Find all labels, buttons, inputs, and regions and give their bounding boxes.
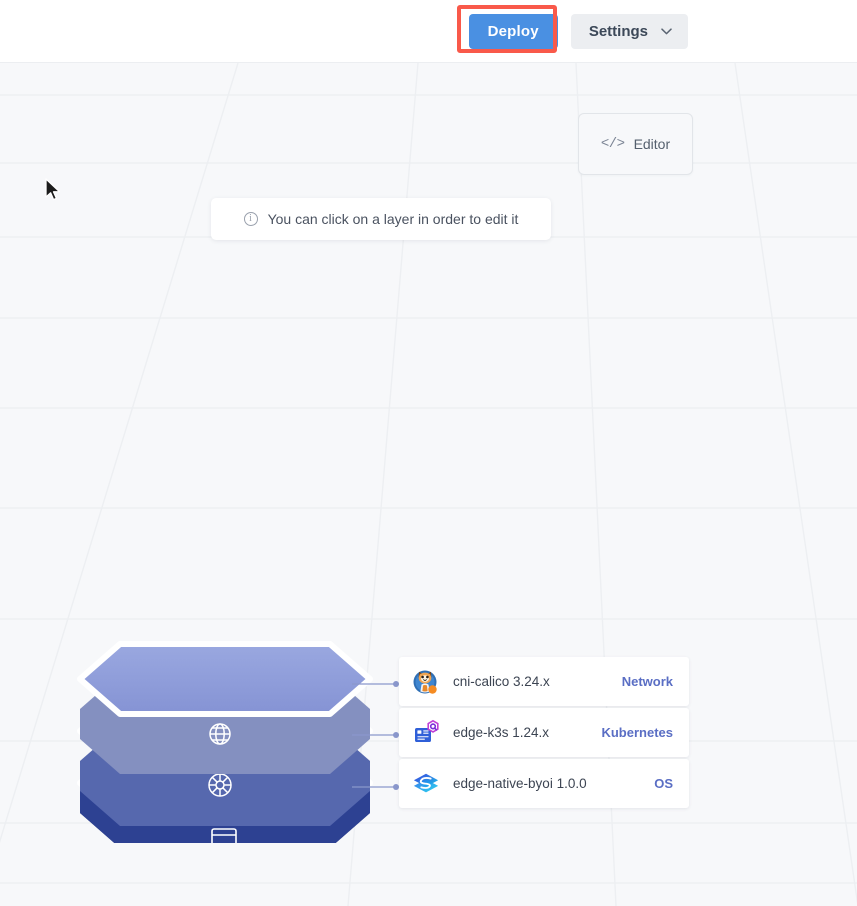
layer-card-network[interactable]: cni-calico 3.24.x Network (399, 657, 689, 706)
settings-button-label: Settings (588, 22, 648, 40)
layer-card-type: Kubernetes (601, 725, 673, 740)
deploy-button[interactable]: Deploy (468, 13, 558, 49)
editor-button-label: Editor (633, 136, 671, 152)
layer-card-os[interactable]: edge-native-byoi 1.0.0 OS (399, 759, 689, 808)
layer-card-list: cni-calico 3.24.x Network edge-k3s 1.24.… (399, 657, 689, 810)
toolbar-actions: Deploy Settings (456, 4, 688, 53)
k3s-icon (412, 719, 440, 747)
layer-card-type: Network (621, 674, 673, 689)
layer-card-name: edge-native-byoi 1.0.0 (453, 776, 587, 791)
info-circle-icon: i (243, 212, 258, 226)
layer-card-type: OS (654, 776, 673, 791)
chevron-down-icon (661, 27, 672, 35)
layer-card-name: edge-k3s 1.24.x (453, 725, 550, 740)
code-brackets-icon: </> (600, 136, 625, 152)
spectro-layers-icon (412, 770, 440, 798)
settings-button[interactable]: Settings (570, 13, 688, 49)
cluster-profile-canvas[interactable]: </> Editor i You can click on a layer in… (0, 63, 857, 906)
layer-card-name: cni-calico 3.24.x (453, 674, 550, 689)
layer-edit-hint-text: You can click on a layer in order to edi… (267, 211, 519, 227)
layer-card-kubernetes[interactable]: edge-k3s 1.24.x Kubernetes (399, 708, 689, 757)
editor-button[interactable]: </> Editor (578, 113, 693, 175)
stack-layer-network (77, 641, 373, 774)
top-toolbar: Deploy Settings (0, 0, 857, 63)
layer-edit-hint: i You can click on a layer in order to e… (211, 198, 551, 240)
calico-cat-icon (412, 668, 440, 696)
